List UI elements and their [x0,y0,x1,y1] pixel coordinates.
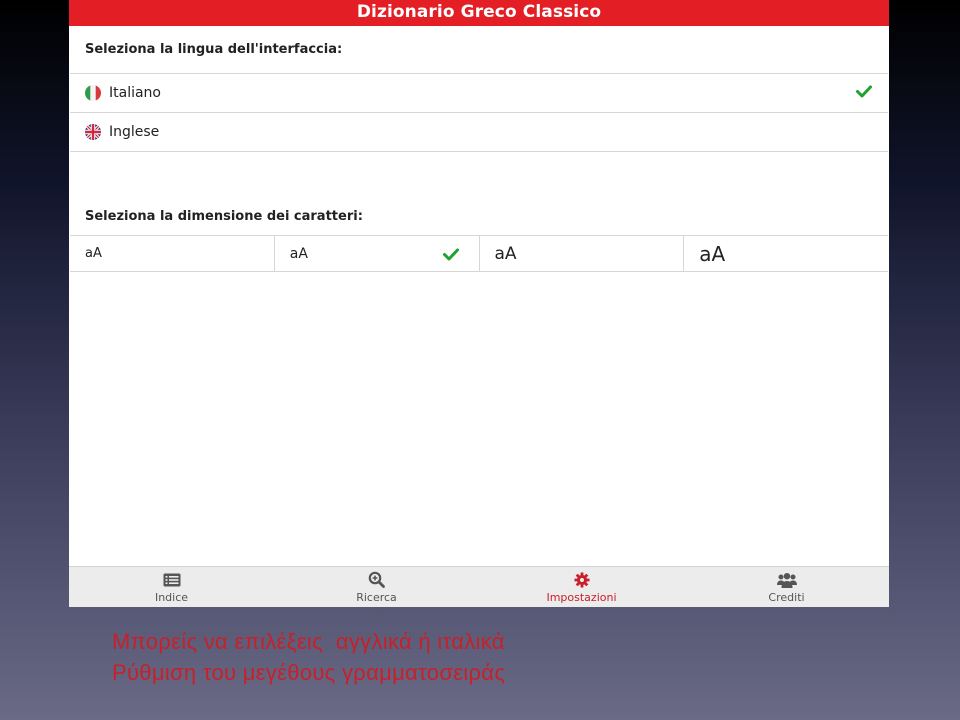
uk-flag-icon [85,124,101,140]
language-section-header: Seleziona la lingua dell'interfaccia: [70,26,888,74]
language-option-inglese[interactable]: Inglese [70,113,888,152]
language-option-label: Italiano [109,85,161,101]
tab-label: Ricerca [356,590,397,604]
app-title: Dizionario Greco Classico [69,0,889,26]
tab-impostazioni[interactable]: Impostazioni [479,567,684,607]
font-size-label: aA [699,241,726,266]
font-size-section-header: Seleziona la dimensione dei caratteri: [70,198,888,236]
bottom-tab-bar: Indice Ricerca Impostazioni Crediti [69,566,889,607]
font-size-option-small[interactable]: aA [70,236,275,271]
tab-label: Crediti [768,590,805,604]
checkmark-icon [442,246,459,265]
font-size-label: aA [494,243,517,264]
font-size-label: aA [289,245,308,262]
font-size-label: aA [85,246,102,261]
zoom-search-icon [368,571,385,589]
settings-panel: Seleziona la lingua dell'interfaccia: It… [70,26,888,567]
list-icon [163,571,181,589]
tab-indice[interactable]: Indice [69,567,274,607]
app-window: Dizionario Greco Classico Seleziona la l… [69,0,889,607]
font-size-option-large[interactable]: aA [480,236,685,271]
caption-line-2: Ρύθμιση του μεγέθους γραμματοσειράς [112,660,506,685]
tab-label: Impostazioni [546,590,617,604]
caption-line-1: Μπορείς να επιλέξεις αγγλικά ή ιταλικά [112,629,505,654]
tab-crediti[interactable]: Crediti [684,567,889,607]
tab-label: Indice [154,590,189,604]
italy-flag-icon [85,85,101,101]
font-size-option-xlarge[interactable]: aA [684,236,888,271]
language-option-italiano[interactable]: Italiano [70,74,888,113]
checkmark-icon [856,85,872,102]
slide-caption: Μπορείς να επιλέξεις αγγλικά ή ιταλικά Ρ… [112,626,505,688]
language-option-label: Inglese [109,124,160,140]
font-size-option-medium[interactable]: aA [275,236,480,271]
font-size-selector: aA aA aA aA [70,236,888,272]
gear-icon [574,571,590,589]
tab-ricerca[interactable]: Ricerca [274,567,479,607]
users-icon [776,571,797,589]
